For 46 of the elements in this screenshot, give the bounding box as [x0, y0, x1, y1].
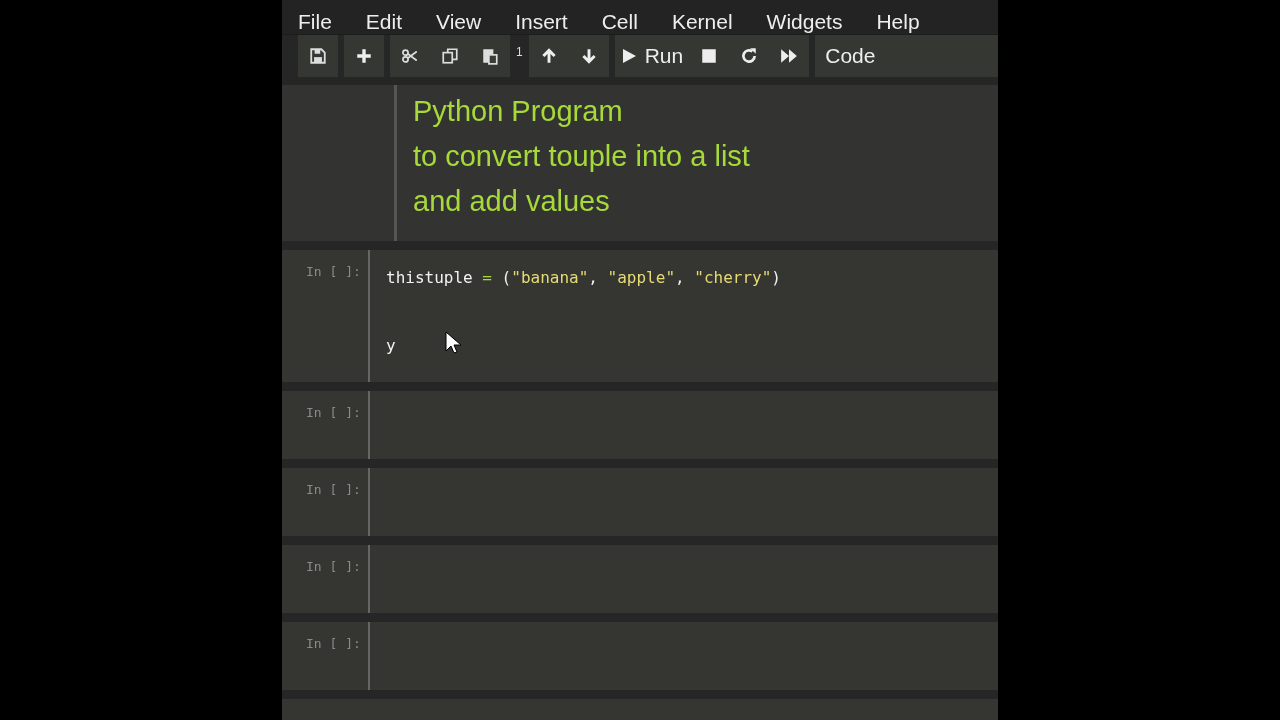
code-token: , [588, 267, 599, 287]
markdown-cell[interactable]: Python Program to convert touple into a list and add values [282, 85, 998, 241]
heading-text: Python Program [413, 94, 624, 129]
plus-icon [355, 47, 373, 65]
cell-prompt: In [ ]: [306, 404, 362, 422]
fast-forward-icon [780, 47, 799, 65]
menu-item[interactable]: Widgets [766, 10, 843, 34]
code-token: y [386, 335, 396, 355]
stop-icon [700, 47, 719, 65]
menu-item[interactable]: View [436, 10, 482, 34]
menu-item[interactable]: Help [876, 10, 920, 34]
code-cell[interactable]: In [ ]: [282, 622, 998, 690]
code-cell[interactable]: In [ ]: [282, 545, 998, 613]
paste-icon [481, 47, 499, 65]
restart-icon [740, 47, 759, 65]
mouse-pointer-icon [445, 331, 461, 355]
code-token: "cherry" [694, 267, 772, 287]
save-button[interactable] [298, 35, 338, 77]
code-token: ) [771, 267, 781, 287]
badge-number: 1 [516, 45, 523, 59]
cell-prompt: In [ ]: [306, 635, 362, 653]
code-cell[interactable]: In [ ]: thistuple = ("banana", "apple", "cherry") y [282, 250, 998, 382]
menu-item[interactable]: Insert [515, 10, 568, 34]
add-button[interactable] [344, 35, 384, 77]
save-icon [309, 47, 327, 65]
code-token: = [481, 267, 493, 287]
code-cell[interactable]: In [ ]: [282, 391, 998, 459]
play-icon [620, 48, 637, 64]
menu-item[interactable]: Kernel [671, 10, 733, 34]
code-token: "banana" [511, 267, 589, 287]
cell-type-dropdown[interactable]: Code [815, 35, 998, 77]
code-token: thistuple [386, 267, 473, 287]
heading-text: to convert touple into a list [413, 139, 750, 174]
code-token: "apple" [607, 267, 675, 287]
heading-text: and add values [413, 184, 611, 219]
menu-item[interactable]: Edit [365, 10, 403, 34]
scissors-icon [401, 47, 419, 65]
code-cell[interactable]: In [ ]: [282, 468, 998, 536]
copy-icon [441, 47, 459, 65]
cell-prompt: In [ ]: [306, 263, 362, 281]
cell-prompt: In [ ]: [306, 481, 362, 499]
cell-prompt: In [ ]: [306, 558, 362, 576]
menu-item[interactable]: File [298, 10, 332, 34]
menu-item[interactable]: Cell [601, 10, 638, 34]
code-token: ( [501, 267, 512, 287]
code-token: , [675, 267, 686, 287]
